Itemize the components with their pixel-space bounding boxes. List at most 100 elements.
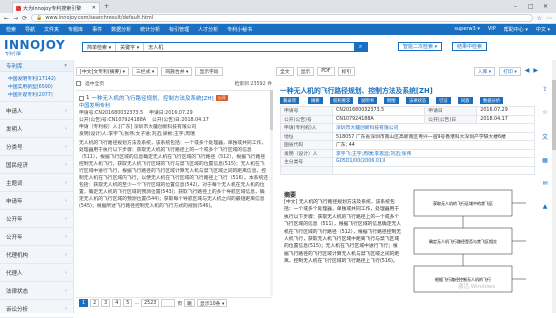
menu-item[interactable]: 专利小秘书 [227, 26, 252, 33]
language-view-select[interactable]: [中文]文专利(摘要) ▾ [76, 66, 129, 76]
sidebar-subitem[interactable]: 中国实用新型(6590) [0, 82, 73, 90]
prev-icon[interactable]: ◀ [525, 67, 530, 76]
smart-search-button[interactable]: 智能二次检索 ▾ [398, 42, 443, 51]
sidebar-item[interactable]: 代理人 › [0, 264, 73, 282]
window-close-icon[interactable]: ✕ [543, 3, 548, 10]
menu-item[interactable]: 专题库 [68, 26, 83, 33]
menu-item[interactable]: 检索 [6, 26, 16, 33]
sidebar-item[interactable]: 申请人 › [0, 102, 73, 120]
minimize-icon[interactable]: – [514, 3, 517, 10]
back-icon[interactable]: ← [4, 15, 9, 22]
fulltext-button[interactable]: 全文 [276, 66, 294, 76]
favorites-icon[interactable]: ☆ [537, 15, 542, 22]
message-icon[interactable]: ✉ [542, 180, 547, 187]
browser-menu-icon[interactable]: ⋯ [546, 15, 552, 22]
sidebar-item[interactable]: 申请年 › [0, 192, 73, 210]
chevron-right-icon: › [64, 179, 67, 186]
sidebar-subitem[interactable]: 中国外观专利(2077) [0, 90, 73, 98]
page-go-button[interactable]: 跳 [184, 299, 195, 307]
maximize-icon[interactable]: □ [528, 3, 534, 10]
page-button[interactable]: 2 [90, 299, 100, 307]
record-title[interactable]: 一种无人机的飞行路径规划、控制方法及系统[ZH] [92, 94, 214, 102]
tab-family[interactable]: 同族 [458, 97, 473, 104]
close-icon[interactable]: ✕ [92, 5, 96, 11]
user-menu[interactable]: superw3 ▾ [454, 26, 479, 33]
sidebar-item-label: 分类号 [6, 144, 23, 151]
share-icon[interactable]: ⇪ [542, 86, 547, 93]
page-scrollbar[interactable] [552, 60, 556, 313]
results-scrollbar[interactable] [270, 90, 273, 296]
search-icon[interactable]: ⌕ [354, 43, 367, 51]
display-button[interactable]: 显示 [296, 66, 315, 76]
sidebar-header[interactable]: 专利库 ▾ [0, 60, 73, 72]
sidebar-item[interactable]: 法律状态 › [0, 282, 73, 300]
menu-item[interactable]: 事件 [92, 26, 102, 33]
menu-item[interactable]: 文件夹 [44, 26, 59, 33]
scrollbar-thumb[interactable] [552, 80, 556, 150]
page-button[interactable]: 4 [112, 299, 122, 307]
new-tab-button[interactable]: + [104, 3, 109, 10]
display-fields-button[interactable]: 显示字段 [195, 66, 223, 76]
tag-button[interactable]: 标引 [337, 66, 356, 76]
tab-citations[interactable]: 引证 [436, 97, 451, 104]
browser-tab[interactable]: 大为Innojoy专利搜索引擎 ✕ [12, 2, 100, 13]
tab-description[interactable]: 说明书 [358, 97, 377, 104]
tab-bibliographic[interactable]: 著录项 [280, 97, 299, 104]
sidebar-item[interactable]: 国民经济 › [0, 156, 73, 174]
sidebar-item[interactable]: 诉讼分析 › [0, 300, 73, 318]
search-scope-select[interactable]: 简单检索 ▾ [83, 43, 117, 51]
forward-icon[interactable]: → [13, 15, 18, 22]
sidebar-item[interactable]: 公开年 › [0, 210, 73, 228]
sidebar-header-label: 专利库 [6, 63, 23, 70]
search-in-results-button[interactable]: 结果中检索 [452, 42, 488, 51]
family-merge-select[interactable]: 同族合并 ▾ [161, 66, 193, 76]
page-button[interactable]: 1 [79, 299, 89, 307]
sidebar-item[interactable]: 代理机构 › [0, 246, 73, 264]
tab-abstract[interactable]: 摘要 [308, 97, 323, 104]
menu-item[interactable]: 数据分析 [111, 26, 131, 33]
save-to-db-button[interactable]: 入库 ▾ [473, 66, 496, 76]
list-item[interactable]: 1 一种无人机的飞行路径规划、控制方法及系统[ZH] 公开 中国发明专利 申请号… [76, 91, 272, 213]
tab-figures[interactable]: 附图 [384, 97, 399, 104]
sidebar-item[interactable]: 主题词 › [0, 174, 73, 192]
chevron-right-icon: › [64, 107, 67, 114]
applicant-link[interactable]: 深圳市大疆创新科技有限公司 [332, 123, 535, 133]
ipc-link[interactable]: G05D1/00(2006.01)I [332, 157, 535, 167]
record-checkbox[interactable] [79, 95, 84, 101]
layout-select[interactable]: 三栏式 ▾ [132, 66, 159, 76]
page-goto-input[interactable] [161, 299, 176, 307]
sidebar-item[interactable]: 分类号 › [0, 138, 73, 156]
language-menu[interactable]: 中文 ▾ [536, 26, 550, 33]
help-menu[interactable]: 帮助中心 ▾ [504, 26, 528, 33]
page-button[interactable]: 5 [123, 299, 133, 307]
sidebar-item[interactable]: 发明人 › [0, 120, 73, 138]
page-button[interactable]: 3 [101, 299, 111, 307]
tab-claims[interactable]: 权利要求 [330, 97, 354, 104]
chart-icon[interactable]: ▦ [542, 157, 548, 164]
page-size-select[interactable]: 显示10条 ▾ [196, 299, 228, 307]
sidebar-item[interactable]: 公开年 › [0, 228, 73, 246]
scrollbar-thumb[interactable] [270, 90, 273, 130]
menu-item[interactable]: 导航 [25, 26, 35, 33]
star-icon[interactable]: ☆ [542, 109, 547, 116]
tab-legal-status[interactable]: 法律状态 [406, 97, 430, 104]
search-input[interactable]: 无人机 [144, 44, 354, 51]
inventor-link[interactable]: 李宇飞;王宇;周瑞;李思远;刘迅;张伟 [332, 148, 535, 158]
address-bar-row: ← → ⟳ 🔒 www.innojoy.com/searchresult/def… [0, 13, 556, 24]
sidebar-subitem[interactable]: 中国发明专利(17142) [0, 74, 73, 82]
tab-analysis[interactable]: 数据分析 [480, 97, 504, 104]
select-all-checkbox[interactable] [76, 81, 81, 86]
print-button[interactable]: 打印 ▾ [499, 66, 521, 76]
vip-link[interactable]: VIP [488, 26, 496, 33]
search-type-select[interactable]: 关键字 ▾ [116, 43, 145, 51]
menu-item[interactable]: 标引管理 [169, 26, 189, 33]
refresh-icon[interactable]: ⟳ [22, 15, 27, 22]
url-field[interactable]: 🔒 www.innojoy.com/searchresult/default.h… [31, 14, 533, 22]
last-page-button[interactable]: 2523 [141, 299, 160, 307]
menu-item[interactable]: 统计分析 [140, 26, 160, 33]
pdf-button[interactable]: PDF [317, 66, 335, 76]
top-icon[interactable]: ▲ [543, 203, 548, 210]
translate-icon[interactable]: 文 [542, 132, 548, 141]
logo[interactable]: INNOJOY [4, 38, 65, 52]
menu-item[interactable]: 人才分析 [198, 26, 218, 33]
